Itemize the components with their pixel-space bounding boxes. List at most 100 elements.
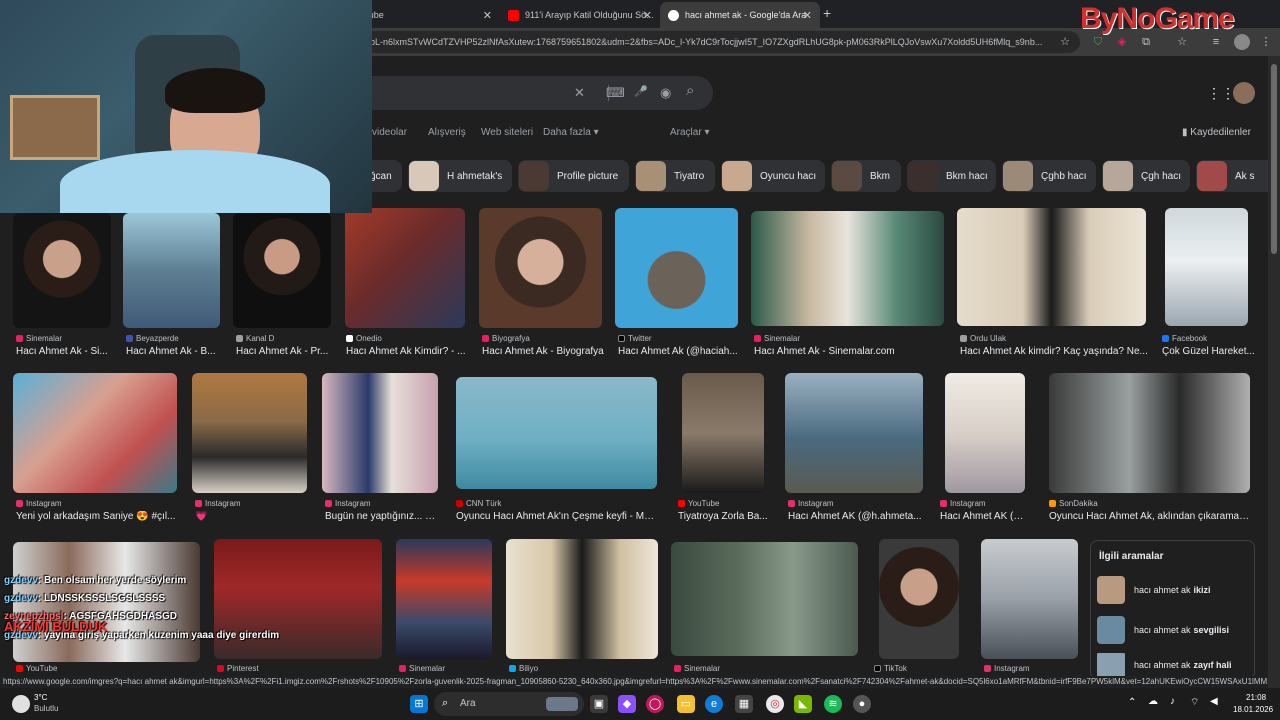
image-title[interactable]: Çok Güzel Hareket... bbox=[1162, 346, 1256, 357]
image-result[interactable] bbox=[13, 373, 177, 493]
saved-button[interactable]: ▮ Kaydedilenler bbox=[1182, 127, 1251, 138]
wifi-icon[interactable]: ⌔ bbox=[1190, 696, 1199, 709]
profile-avatar[interactable] bbox=[1234, 34, 1250, 50]
nvidia-icon[interactable]: ◣ bbox=[794, 695, 812, 713]
store-icon[interactable]: ▦ bbox=[735, 695, 753, 713]
chip-3[interactable]: Tiyatro bbox=[635, 160, 715, 192]
related-item[interactable]: hacı ahmet ak ikizi bbox=[1097, 575, 1249, 605]
tray-chevron-icon[interactable]: ⌃ bbox=[1128, 697, 1136, 708]
keyboard-icon[interactable]: ⌨ bbox=[606, 85, 625, 101]
tab-daha-fazla[interactable]: Daha fazla ▾ bbox=[543, 127, 599, 138]
apps-grid-icon[interactable]: ⋮⋮ bbox=[1207, 85, 1235, 102]
lens-icon[interactable]: ◉ bbox=[660, 85, 671, 101]
search-icon[interactable]: ⌕ bbox=[686, 82, 694, 99]
chip-1[interactable]: H ahmetak's bbox=[408, 160, 512, 192]
image-title[interactable]: Hacı Ahmet Ak - Sinemalar.com bbox=[754, 346, 944, 357]
image-title[interactable]: Hacı Ahmet Ak - Si... bbox=[16, 346, 111, 357]
related-item[interactable]: hacı ahmet ak sevgilisi bbox=[1097, 615, 1249, 645]
app-icon[interactable]: ◯ bbox=[646, 695, 664, 713]
edge-icon[interactable]: e bbox=[705, 695, 723, 713]
image-title[interactable]: Bugün ne yaptığınız... ş... bbox=[325, 511, 437, 522]
windows-start-icon[interactable]: ⊞ bbox=[410, 695, 428, 713]
tab-911-video[interactable]: 911'i Arayıp Katil Olduğunu Sö... ✕ bbox=[500, 2, 660, 28]
cloud-icon[interactable]: ☁ bbox=[1148, 696, 1158, 707]
image-result[interactable] bbox=[785, 373, 923, 493]
image-title[interactable]: Hacı Ahmet AK (@h.ahmeta... bbox=[788, 511, 923, 522]
mic-tray-icon[interactable]: ♪ bbox=[1170, 696, 1175, 707]
address-bar[interactable]: bL-n6lxmSTvWCdTZVHP52zlNfAsXutew:1768759… bbox=[360, 31, 1080, 53]
image-result[interactable] bbox=[682, 373, 764, 493]
image-title[interactable]: Oyuncu Hacı Ahmet Ak'ın Çeşme keyfi - Ma… bbox=[456, 511, 658, 522]
image-result[interactable] bbox=[345, 208, 465, 328]
image-result[interactable] bbox=[396, 539, 492, 659]
related-item[interactable]: hacı ahmet ak zayıf hali bbox=[1097, 653, 1249, 676]
image-result[interactable] bbox=[506, 539, 658, 659]
chip-6[interactable]: Bkm hacı bbox=[907, 160, 996, 192]
chrome-icon[interactable]: ◎ bbox=[766, 695, 784, 713]
extension-icon[interactable]: ◈ bbox=[1114, 34, 1130, 50]
image-result[interactable] bbox=[13, 213, 111, 328]
menu-icon[interactable]: ⋮ bbox=[1258, 34, 1274, 50]
image-title[interactable]: Hacı Ahmet Ak - Pr... bbox=[236, 346, 331, 357]
obs-icon[interactable]: ● bbox=[853, 695, 871, 713]
bookmark-star-icon[interactable]: ☆ bbox=[1057, 34, 1073, 50]
chip-5[interactable]: Bkm bbox=[831, 160, 901, 192]
image-result[interactable] bbox=[981, 539, 1078, 659]
chip-2[interactable]: Profile picture bbox=[518, 160, 629, 192]
extension-puzzle-icon[interactable]: ⧉ bbox=[1138, 34, 1154, 50]
weather-icon[interactable] bbox=[12, 695, 30, 713]
close-icon[interactable]: ✕ bbox=[803, 9, 812, 22]
image-title[interactable]: Hacı Ahmet Ak (@haciah... bbox=[618, 346, 740, 357]
image-title[interactable]: 💗 bbox=[195, 511, 307, 522]
account-avatar[interactable] bbox=[1233, 82, 1255, 104]
tab-web-siteleri[interactable]: Web siteleri bbox=[481, 127, 533, 138]
tab-alisveris[interactable]: Alışveriş bbox=[428, 127, 466, 138]
chip-8[interactable]: Çgh hacı bbox=[1102, 160, 1190, 192]
new-tab-button[interactable]: + bbox=[823, 5, 831, 21]
taskbar-search[interactable]: ⌕ Ara bbox=[434, 692, 584, 716]
file-explorer-icon[interactable]: ▭ bbox=[677, 695, 695, 713]
chip-4[interactable]: Oyuncu hacı bbox=[721, 160, 825, 192]
media-icon[interactable]: ≡ bbox=[1208, 34, 1224, 50]
image-title[interactable]: Oyuncu Hacı Ahmet Ak, aklından çıkaramad… bbox=[1049, 511, 1254, 522]
image-title[interactable]: Hacı Ahmet Ak - B... bbox=[126, 346, 221, 357]
image-result[interactable] bbox=[751, 211, 944, 326]
image-title[interactable]: Hacı Ahmet AK (@... bbox=[940, 511, 1030, 522]
scrollbar[interactable] bbox=[1268, 56, 1280, 688]
image-title[interactable]: Hacı Ahmet Ak - Biyografya bbox=[482, 346, 607, 357]
image-result[interactable] bbox=[671, 542, 858, 656]
image-result[interactable] bbox=[1049, 373, 1250, 493]
image-result[interactable] bbox=[957, 208, 1146, 326]
spotify-icon[interactable]: ≋ bbox=[824, 695, 842, 713]
image-result[interactable] bbox=[322, 373, 438, 493]
bookmark-icon[interactable]: ☆ bbox=[1174, 34, 1190, 50]
image-title[interactable]: Tiyatroya Zorla Ba... bbox=[678, 511, 768, 522]
chip-7[interactable]: Çghb hacı bbox=[1002, 160, 1096, 192]
image-title[interactable]: Yeni yol arkadaşım Saniye 😍 #çıl... bbox=[16, 511, 178, 522]
close-icon[interactable]: ✕ bbox=[483, 9, 492, 22]
image-result[interactable] bbox=[945, 373, 1025, 493]
image-result[interactable] bbox=[123, 213, 220, 328]
copilot-icon[interactable]: ◆ bbox=[618, 695, 636, 713]
image-title[interactable]: Hacı Ahmet Ak Kimdir? - ... bbox=[346, 346, 466, 357]
image-result[interactable] bbox=[1165, 208, 1248, 326]
image-result[interactable] bbox=[233, 213, 331, 328]
chip-9[interactable]: Ak s bbox=[1196, 160, 1268, 192]
image-result[interactable] bbox=[879, 539, 959, 659]
clear-icon[interactable]: ✕ bbox=[574, 85, 585, 101]
clock-time[interactable]: 21:08 bbox=[1246, 693, 1266, 702]
image-result[interactable] bbox=[456, 377, 657, 489]
image-result[interactable] bbox=[479, 208, 602, 328]
task-view-icon[interactable]: ▣ bbox=[590, 695, 608, 713]
close-icon[interactable]: ✕ bbox=[643, 9, 652, 22]
clock-date[interactable]: 18.01.2026 bbox=[1233, 705, 1273, 714]
image-result[interactable] bbox=[214, 539, 382, 659]
tab-google-search[interactable]: hacı ahmet ak - Google'da Ara ✕ bbox=[660, 2, 820, 28]
scrollbar-thumb[interactable] bbox=[1271, 64, 1277, 254]
image-title[interactable]: Hacı Ahmet Ak kimdir? Kaç yaşında? Ne... bbox=[960, 346, 1148, 357]
tools-button[interactable]: Araçlar ▾ bbox=[670, 127, 710, 138]
tab-videolar[interactable]: videolar bbox=[372, 127, 407, 138]
extension-shield-icon[interactable]: ⛉ bbox=[1090, 34, 1106, 50]
volume-icon[interactable]: ◀ bbox=[1210, 696, 1218, 707]
mic-icon[interactable]: 🎤 bbox=[634, 85, 648, 98]
